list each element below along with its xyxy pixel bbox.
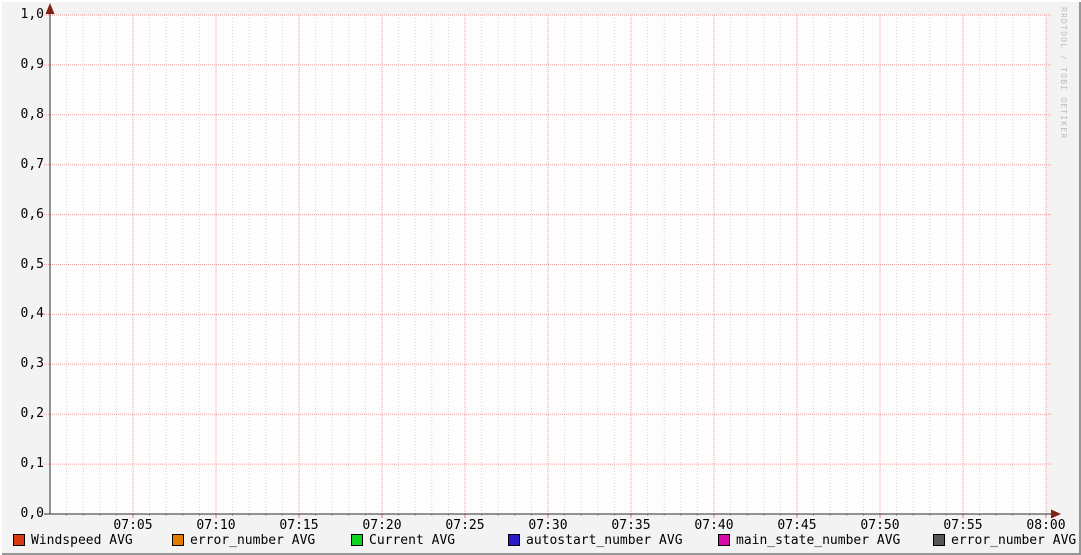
legend-swatch-icon: [933, 534, 945, 546]
x-tick-label: 08:00: [1026, 518, 1066, 533]
legend-label: error_number AVG: [951, 532, 1077, 548]
x-tick-label: 07:35: [611, 518, 651, 533]
y-tick-label: 0,8: [20, 106, 44, 122]
legend-label: main_state_number AVG: [736, 532, 901, 548]
x-tick-label: 07:25: [445, 518, 485, 533]
legend-label: error_number AVG: [190, 532, 316, 548]
y-tick-label: 0,3: [20, 356, 44, 372]
y-axis-arrow-icon: [45, 3, 55, 14]
x-tick-label: 07:05: [113, 518, 153, 533]
legend-swatch-icon: [718, 534, 730, 546]
x-tick-label: 07:50: [860, 518, 900, 533]
grid-svg: [44, 3, 1061, 519]
legend-swatch-icon: [508, 534, 520, 546]
legend-label: autostart_number AVG: [526, 532, 683, 548]
legend-item: main_state_number AVG: [718, 532, 901, 548]
x-tick-label: 07:30: [528, 518, 568, 533]
legend: Windspeed AVG error_number AVG Current AVG…: [0, 533, 1081, 549]
y-tick-label: 0,0: [20, 506, 44, 521]
y-tick-label: 0,5: [20, 256, 44, 272]
legend-item: Current AVG: [351, 532, 456, 548]
watermark: RRDTOOL / TOBI OETIKER: [1059, 7, 1068, 140]
y-tick-label: 0,4: [20, 306, 44, 322]
x-tick-label: 07:55: [943, 518, 983, 533]
legend-label: Current AVG: [369, 532, 456, 548]
x-tick-label: 07:20: [362, 518, 402, 533]
y-tick-label: 0,2: [20, 406, 44, 422]
y-tick-label: 0,7: [20, 156, 44, 172]
x-tick-label: 07:15: [279, 518, 319, 533]
legend-label: Windspeed AVG: [31, 532, 133, 548]
x-tick-label: 07:10: [196, 518, 236, 533]
legend-item: error_number AVG: [172, 532, 316, 548]
y-tick-label: 0,6: [20, 206, 44, 222]
y-tick-label: 1,0: [20, 7, 44, 22]
legend-swatch-icon: [351, 534, 363, 546]
legend-swatch-icon: [172, 534, 184, 546]
x-tick-label: 07:40: [694, 518, 734, 533]
legend-item: Windspeed AVG: [13, 532, 133, 548]
legend-item: error_number AVG: [933, 532, 1077, 548]
legend-swatch-icon: [13, 534, 25, 546]
rrdtool-graph: 1,0 0,9 0,8 0,7 0,6 0,5 0,4 0,3 0,2 0,1 0,0 07:05 0…: [0, 0, 1081, 555]
y-tick-label: 0,9: [20, 56, 44, 72]
x-tick-label: 07:45: [777, 518, 817, 533]
y-tick-label: 0,1: [20, 456, 44, 472]
legend-item: autostart_number AVG: [508, 532, 683, 548]
